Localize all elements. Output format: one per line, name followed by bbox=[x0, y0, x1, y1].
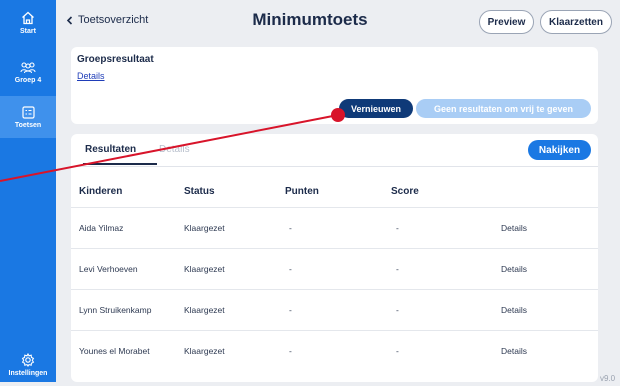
sidebar-item-start[interactable]: Start bbox=[0, 2, 56, 44]
refresh-button[interactable]: Vernieuwen bbox=[339, 99, 413, 118]
group-results-card: Groepsresultaat Details Vernieuwen Geen … bbox=[71, 47, 598, 124]
tab-details[interactable]: Details bbox=[159, 144, 190, 155]
gear-icon bbox=[21, 353, 35, 367]
table-row: Levi Verhoeven Klaargezet - - Details bbox=[71, 248, 598, 290]
student-status: Klaargezet bbox=[184, 223, 225, 233]
student-name: Younes el Morabet bbox=[79, 346, 150, 356]
student-score: - bbox=[396, 346, 399, 356]
student-name: Lynn Struikenkamp bbox=[79, 305, 152, 315]
page-title: Minimumtoets bbox=[252, 10, 368, 29]
home-icon bbox=[22, 11, 34, 25]
student-name: Levi Verhoeven bbox=[79, 264, 138, 274]
student-score: - bbox=[396, 223, 399, 233]
release-results-button[interactable]: Geen resultaten om vrij te geven bbox=[416, 99, 591, 118]
student-details-link[interactable]: Details bbox=[501, 346, 527, 356]
sidebar: Start Groep 4 Toetsen Instellingen bbox=[0, 0, 56, 382]
nakijken-button[interactable]: Nakijken bbox=[528, 140, 591, 160]
student-name: Aida Yilmaz bbox=[79, 223, 124, 233]
chevron-left-icon bbox=[66, 15, 73, 25]
klaarzetten-button[interactable]: Klaarzetten bbox=[540, 10, 612, 34]
sidebar-item-label: Instellingen bbox=[8, 370, 48, 377]
sidebar-item-label: Start bbox=[20, 28, 36, 35]
student-points: - bbox=[289, 264, 292, 274]
sidebar-item-toetsen[interactable]: Toetsen bbox=[0, 96, 56, 138]
column-header-score: Score bbox=[391, 186, 419, 197]
student-points: - bbox=[289, 346, 292, 356]
sidebar-item-label: Groep 4 bbox=[14, 77, 42, 84]
tabs-divider bbox=[71, 166, 598, 167]
preview-button[interactable]: Preview bbox=[479, 10, 534, 34]
student-details-link[interactable]: Details bbox=[501, 264, 527, 274]
student-status: Klaargezet bbox=[184, 264, 225, 274]
sidebar-item-groep[interactable]: Groep 4 bbox=[0, 52, 56, 94]
active-tab-indicator bbox=[83, 163, 157, 165]
column-header-kinderen: Kinderen bbox=[79, 186, 123, 197]
sidebar-item-instellingen[interactable]: Instellingen bbox=[0, 344, 56, 386]
table-row: Younes el Morabet Klaargezet - - Details bbox=[71, 330, 598, 372]
group-results-title: Groepsresultaat bbox=[77, 54, 154, 65]
test-icon bbox=[21, 105, 35, 119]
results-card: Resultaten Details Nakijken Kinderen Sta… bbox=[71, 134, 598, 382]
column-header-punten: Punten bbox=[285, 186, 319, 197]
student-details-link[interactable]: Details bbox=[501, 223, 527, 233]
tab-resultaten[interactable]: Resultaten bbox=[85, 144, 136, 155]
table-row: Aida Yilmaz Klaargezet - - Details bbox=[71, 207, 598, 249]
student-status: Klaargezet bbox=[184, 305, 225, 315]
student-score: - bbox=[396, 264, 399, 274]
sidebar-item-label: Toetsen bbox=[14, 121, 42, 129]
group-icon bbox=[20, 62, 36, 74]
student-points: - bbox=[289, 305, 292, 315]
student-score: - bbox=[396, 305, 399, 315]
student-points: - bbox=[289, 223, 292, 233]
back-link-label: Toetsoverzicht bbox=[78, 14, 149, 26]
group-details-link[interactable]: Details bbox=[77, 71, 105, 81]
column-header-status: Status bbox=[184, 186, 215, 197]
student-details-link[interactable]: Details bbox=[501, 305, 527, 315]
student-status: Klaargezet bbox=[184, 346, 225, 356]
table-row: Lynn Struikenkamp Klaargezet - - Details bbox=[71, 289, 598, 331]
back-link[interactable]: Toetsoverzicht bbox=[66, 14, 148, 26]
